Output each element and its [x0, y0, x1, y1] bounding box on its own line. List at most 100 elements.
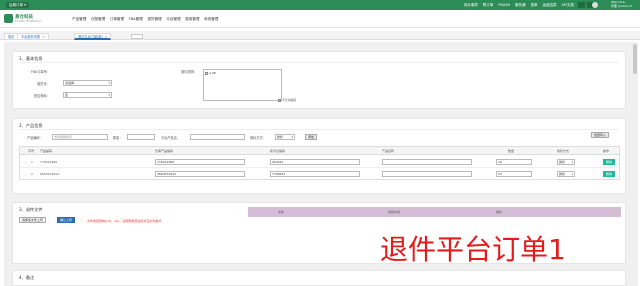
batch-import-button[interactable]: 批量导入 [591, 132, 610, 138]
tab-home-label: 首页 [8, 35, 15, 39]
platform-sku-input[interactable]: 064321 [270, 159, 360, 165]
remark-textarea[interactable]: a:28 [203, 69, 282, 101]
nav-fee[interactable]: 费用管理 [185, 10, 199, 28]
fba-label: FBA订单号： [31, 70, 50, 74]
row-index: 2 [31, 172, 33, 176]
delete-button[interactable]: 删除 [603, 159, 616, 165]
section-title: 3、退件文件 [19, 207, 43, 212]
tab-menu-button[interactable] [131, 34, 143, 39]
top-link-fbasn[interactable]: FBASN [498, 0, 510, 10]
column-header: 产品编码 [40, 149, 53, 153]
close-icon[interactable]: × [42, 35, 45, 39]
mail-icon[interactable] [578, 2, 585, 8]
column-header: 新平台编码 [270, 149, 286, 153]
remark-panel: 4、备注 [12, 270, 626, 286]
top-link-todo[interactable]: 待办事项 [464, 0, 478, 10]
chevron-down-icon: ▾ [108, 93, 110, 97]
top-link-service[interactable]: 服务通 [515, 0, 526, 10]
product-name-input[interactable] [382, 159, 472, 165]
top-link-api[interactable]: API文档 [561, 0, 574, 10]
file-table-header: 文件 创建时间 操作 [248, 207, 621, 217]
row-sku: 776411965 [40, 160, 58, 164]
checkbox-icon[interactable] [205, 71, 208, 75]
platform-sku-value: 7766431 [272, 172, 286, 176]
tab-return-order[interactable]: 退件平台订单[新] × [74, 33, 112, 40]
tab-bar: 首页 平台退件列表 × 退件平台订单[新] × [0, 31, 640, 40]
method-select[interactable]: 换标 ▾ [557, 171, 575, 177]
platform-sku-input[interactable]: 7766431 [270, 171, 360, 177]
no-edit-option[interactable]: 不允许编辑 [278, 98, 296, 102]
nav-system[interactable]: 系统管理 [204, 10, 218, 28]
nav-fba[interactable]: FBA管理 [129, 10, 143, 28]
warehouse-sku-value: 776411965 [157, 160, 175, 164]
nav-product[interactable]: 产品管理 [72, 10, 86, 28]
nav-order[interactable]: 订单管理 [110, 10, 124, 28]
top-links: 待办事项 帮订单 FBASN 服务通 退单 运费结算 API文档 [464, 0, 574, 10]
column-header: 操作 [603, 149, 610, 153]
close-icon[interactable]: × [105, 35, 108, 39]
warehouse-value: 请选择 [65, 81, 75, 85]
return-method-label: 换标方式： [250, 136, 266, 140]
page-title-overlay: 退件平台订单1 [380, 233, 566, 266]
drag-handle-icon[interactable]: ⋮ [24, 172, 27, 176]
user-menu[interactable]: Welcome, 管理 [admin] ▾ [611, 0, 632, 9]
vertical-scrollbar[interactable] [632, 42, 638, 286]
top-bar: 后期订单 ▾ 待办事项 帮订单 FBASN 服务通 退单 运费结算 API文档 … [0, 0, 640, 10]
qty-cell-input[interactable]: 10 [496, 159, 532, 165]
table-header: 序号 产品编码 仓库产品编码 新平台编码 产品名称 数量 换标方式 操作 [20, 147, 619, 155]
drag-handle-icon[interactable]: ⋮ [24, 160, 27, 164]
column-header: 操作 [496, 210, 503, 214]
top-link-freight[interactable]: 运费结算 [542, 0, 556, 10]
sku-label: 产品编码： [27, 136, 43, 140]
scrollbar-thumb[interactable] [633, 44, 637, 74]
nav-warehouse[interactable]: 仓配管理 [91, 10, 105, 28]
quick-order-button[interactable]: 后期订单 ▾ [6, 2, 29, 8]
confirm-upload-button[interactable]: 确认上传 [57, 217, 76, 223]
reship-value: 否 [65, 93, 69, 97]
divider [19, 62, 619, 63]
product-table: 序号 产品编码 仓库产品编码 新平台编码 产品名称 数量 换标方式 操作 ⋮ 1… [19, 146, 620, 180]
basic-info-panel: 1、基本信息 FBA订单号： 退货仓： 请选择 ▾ 是否换标： 否 ▾ 退件说明： … [12, 51, 626, 109]
tab-return-order-label: 退件平台订单[新] [78, 35, 103, 39]
column-header: 创建时间 [388, 210, 401, 214]
method-select[interactable]: 换标 ▾ [557, 159, 575, 165]
avatar[interactable] [592, 2, 598, 8]
sku-input[interactable]: 支持模糊搜索 [52, 134, 108, 140]
sku-placeholder: 支持模糊搜索 [54, 135, 73, 139]
reship-select[interactable]: 否 ▾ [63, 92, 112, 98]
row-sku: 65632792ad [40, 172, 60, 176]
platform-input[interactable] [190, 134, 245, 140]
nav-platform[interactable]: 平台管理 [166, 10, 180, 28]
product-name-input[interactable] [382, 171, 472, 177]
column-header: 换标方式 [557, 149, 570, 153]
product-info-panel: 2、产品信息 产品编码： 支持模糊搜索 数量： 平台产品名： 换标方式： 换标 ▾… [12, 118, 626, 194]
column-header: 文件 [278, 210, 285, 214]
add-button[interactable]: 添加 [305, 134, 318, 140]
nav-return[interactable]: 退货管理 [147, 10, 161, 28]
qty-input[interactable] [127, 134, 155, 140]
warehouse-sku-input[interactable]: 776411965 [155, 159, 245, 165]
header: 易仓科技 ECCANG TECHNOLOGY 产品管理 仓配管理 订单管理 FB… [0, 10, 640, 28]
qty-cell-input[interactable]: 23 [496, 171, 532, 177]
user-name[interactable]: 管理 [admin] ▾ [611, 4, 632, 9]
choose-files-button[interactable]: 选择多文件上传 [19, 217, 47, 223]
column-header: 产品名称 [382, 149, 395, 153]
upload-notice: 文件类型限制(pdf、xls)，请按照规范提供对应文件格式 [87, 219, 162, 223]
qty-value: 10 [498, 160, 502, 164]
return-method-select[interactable]: 换标 ▾ [275, 134, 295, 140]
table-row: ⋮ 2 65632792ad 45632792ad 7766431 23 换标 ▾… [20, 168, 619, 180]
method-value: 换标 [559, 160, 566, 164]
tab-return-list[interactable]: 平台退件列表 × [17, 33, 49, 40]
chevron-down-icon: ▾ [571, 172, 573, 176]
reship-label: 是否换标： [34, 94, 50, 98]
warehouse-label: 退货仓： [37, 82, 50, 86]
delete-button[interactable]: 删除 [603, 171, 616, 177]
warehouse-select[interactable]: 请选择 ▾ [63, 80, 112, 86]
qty-value: 23 [498, 172, 502, 176]
checkbox-icon[interactable] [278, 98, 281, 102]
top-link-orders[interactable]: 帮订单 [483, 0, 494, 10]
top-link-return[interactable]: 退单 [530, 0, 537, 10]
remark-text: a:28 [209, 71, 216, 75]
logo[interactable]: 易仓科技 ECCANG TECHNOLOGY [4, 13, 54, 24]
warehouse-sku-input[interactable]: 45632792ad [155, 171, 245, 177]
